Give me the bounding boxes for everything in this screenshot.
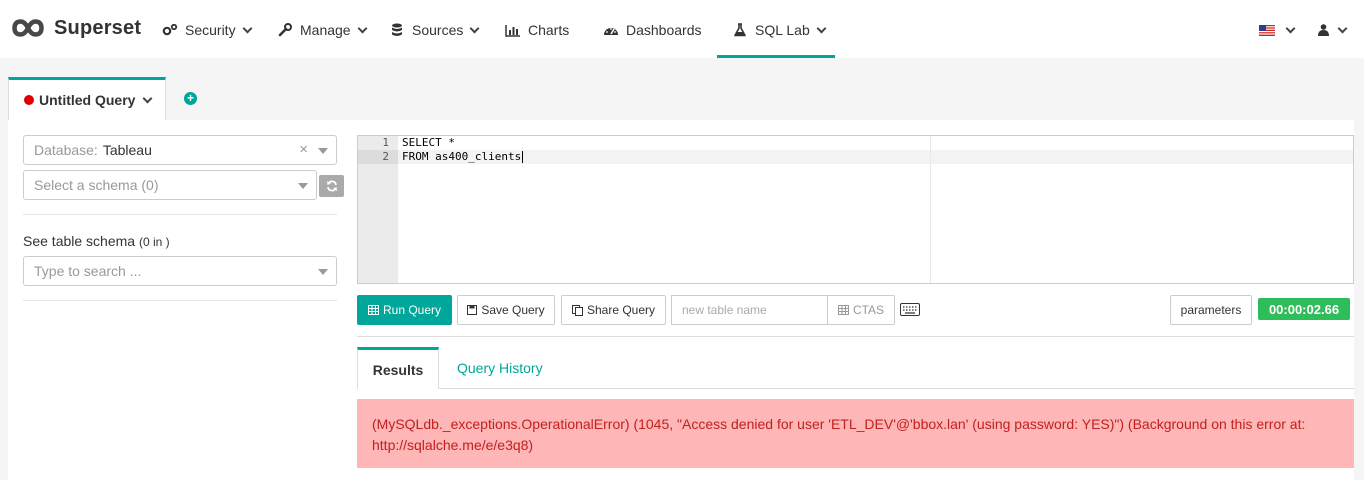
table-schema-label: See table schema (0 in ) xyxy=(23,233,170,249)
run-query-label: Run Query xyxy=(382,303,442,317)
language-picker[interactable] xyxy=(1259,18,1296,42)
dropdown-arrow-icon xyxy=(318,148,328,154)
wrench-icon xyxy=(277,22,293,38)
nav-sql-lab-label: SQL Lab xyxy=(755,22,810,38)
table-icon xyxy=(837,305,849,315)
chevron-down-icon xyxy=(357,23,368,33)
schema-select-placeholder: Select a schema (0) xyxy=(34,177,159,193)
run-query-button[interactable]: Run Query xyxy=(357,295,452,325)
chevron-down-icon[interactable] xyxy=(143,93,153,103)
code-line: FROM as400_clients xyxy=(402,150,522,163)
error-alert: (MySQLdb._exceptions.OperationalError) (… xyxy=(357,399,1354,468)
sidebar-divider xyxy=(23,214,337,215)
user-icon xyxy=(1318,24,1329,36)
results-tabbar: Results Query History xyxy=(357,346,1354,389)
sidebar-divider xyxy=(23,300,337,301)
ctas-button[interactable]: CTAS xyxy=(827,295,895,325)
save-icon xyxy=(467,305,478,315)
share-query-label: Share Query xyxy=(586,303,656,317)
query-tab-strip: Untitled Query + xyxy=(8,58,1354,120)
chevron-down-icon xyxy=(242,23,253,33)
table-schema-count: (0 in ) xyxy=(138,235,170,249)
toolbar-divider xyxy=(357,336,1354,337)
database-select-value: Tableau xyxy=(102,142,152,158)
query-status-dot xyxy=(24,95,34,105)
brand-logo[interactable]: Superset xyxy=(12,13,141,43)
ctas-label: CTAS xyxy=(852,303,885,317)
dashboard-icon xyxy=(603,22,619,38)
parameters-button[interactable]: parameters xyxy=(1170,295,1252,325)
superset-logo-icon xyxy=(12,19,44,37)
nav-security[interactable]: Security xyxy=(162,18,253,42)
nav-sources[interactable]: Sources xyxy=(389,18,480,42)
chevron-down-icon xyxy=(1285,23,1296,33)
nav-charts-label: Charts xyxy=(528,22,570,38)
chevron-down-icon xyxy=(816,23,827,33)
line-number: 2 xyxy=(382,150,389,163)
parameters-label: parameters xyxy=(1180,303,1242,317)
nav-sql-lab[interactable]: SQL Lab xyxy=(732,18,827,42)
table-search-placeholder: Type to search ... xyxy=(34,263,142,279)
line-number: 1 xyxy=(382,136,389,149)
tab-results[interactable]: Results xyxy=(357,347,439,389)
text-cursor xyxy=(522,151,523,163)
us-flag-icon xyxy=(1259,24,1275,36)
table-icon xyxy=(367,305,379,315)
sql-editor[interactable]: 1 2 SELECT * FROM as400_clients xyxy=(357,135,1354,284)
query-tab-label: Untitled Query xyxy=(39,92,136,108)
sql-lab-main: Database: Tableau × Select a schema (0) … xyxy=(8,120,1354,480)
cogs-icon xyxy=(162,22,178,38)
database-select-prefix: Database: xyxy=(34,142,98,158)
user-menu[interactable] xyxy=(1318,18,1348,42)
share-query-button[interactable]: Share Query xyxy=(561,295,666,325)
keyboard-shortcuts-icon[interactable] xyxy=(900,303,920,319)
refresh-schema-button[interactable] xyxy=(319,175,344,197)
editor-print-margin xyxy=(930,136,931,283)
nav-charts[interactable]: Charts xyxy=(505,18,569,42)
nav-security-label: Security xyxy=(185,22,236,38)
clipboard-icon xyxy=(571,304,583,316)
nav-sources-label: Sources xyxy=(412,22,464,38)
database-select[interactable]: Database: Tableau × xyxy=(23,135,337,165)
bar-chart-icon xyxy=(505,22,521,38)
save-query-label: Save Query xyxy=(481,303,545,317)
dropdown-arrow-icon xyxy=(318,269,328,275)
chevron-down-icon xyxy=(469,23,480,33)
chevron-down-icon xyxy=(1337,23,1348,33)
table-schema-label-text: See table schema xyxy=(23,233,136,249)
nav-dashboards[interactable]: Dashboards xyxy=(603,18,702,42)
brand-name: Superset xyxy=(54,16,142,39)
table-search-select[interactable]: Type to search ... xyxy=(23,256,337,286)
new-table-name-input[interactable]: new table name xyxy=(671,295,828,325)
refresh-icon xyxy=(326,180,337,192)
nav-manage[interactable]: Manage xyxy=(277,18,368,42)
code-line: SELECT * xyxy=(402,136,455,149)
tab-query-history[interactable]: Query History xyxy=(457,360,543,376)
query-timer: 00:00:02.66 xyxy=(1258,298,1350,320)
dropdown-arrow-icon xyxy=(298,183,308,189)
add-tab-icon[interactable]: + xyxy=(184,92,197,105)
nav-dashboards-label: Dashboards xyxy=(626,22,702,38)
clear-icon[interactable]: × xyxy=(299,141,308,158)
save-query-button[interactable]: Save Query xyxy=(457,295,555,325)
flask-icon xyxy=(732,22,748,38)
top-navbar: Superset Security Manage Sources Charts … xyxy=(0,0,1364,58)
tab-untitled-query[interactable]: Untitled Query xyxy=(8,77,166,120)
nav-manage-label: Manage xyxy=(300,22,351,38)
editor-active-line xyxy=(398,150,1353,164)
database-icon xyxy=(389,22,405,38)
schema-select[interactable]: Select a schema (0) xyxy=(23,170,317,200)
